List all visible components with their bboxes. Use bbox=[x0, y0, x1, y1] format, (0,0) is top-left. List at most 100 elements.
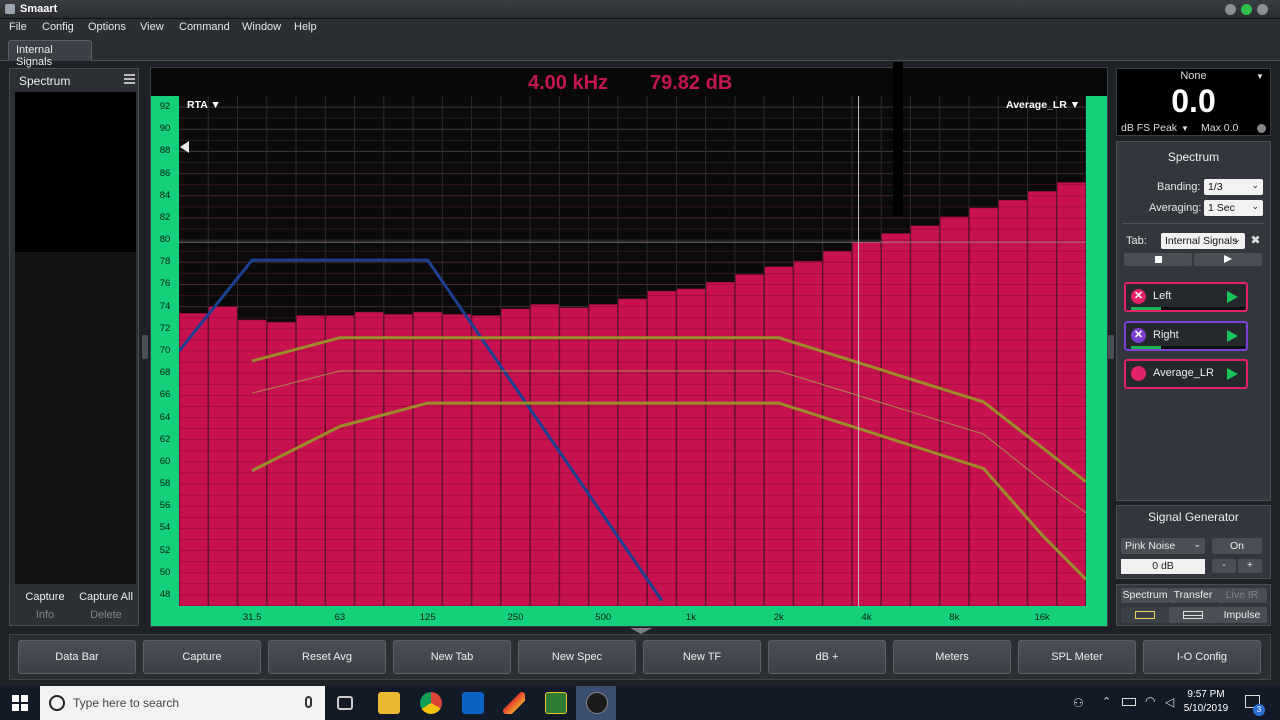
meter-reset-icon[interactable] bbox=[1257, 124, 1266, 133]
delete-button[interactable]: Delete bbox=[75, 608, 137, 623]
impulse-button[interactable]: Impulse bbox=[1217, 607, 1267, 623]
menu-command[interactable]: Command bbox=[179, 21, 230, 33]
close-icon[interactable] bbox=[1257, 4, 1268, 15]
stop-button[interactable] bbox=[1124, 253, 1192, 266]
menu-window[interactable]: Window bbox=[242, 21, 281, 33]
menu-help[interactable]: Help bbox=[294, 21, 317, 33]
y-tick-label: 88 bbox=[159, 145, 171, 157]
windows-start-icon[interactable] bbox=[12, 695, 28, 711]
split-view-button[interactable] bbox=[1169, 607, 1217, 623]
menu-view[interactable]: View bbox=[140, 21, 164, 33]
level-marker-icon[interactable] bbox=[180, 141, 189, 153]
capture-all-button[interactable]: Capture All bbox=[75, 590, 137, 605]
transfer-mode-button[interactable]: Transfer bbox=[1169, 588, 1217, 603]
play-icon[interactable] bbox=[1227, 330, 1238, 342]
file-explorer-icon[interactable] bbox=[378, 692, 400, 714]
info-button[interactable]: Info bbox=[15, 608, 75, 623]
capture-list[interactable] bbox=[15, 92, 136, 252]
signal-on-button[interactable]: On bbox=[1212, 538, 1262, 554]
panel-menu-icon[interactable] bbox=[124, 74, 135, 84]
meter-unit[interactable]: dB FS Peak bbox=[1121, 122, 1177, 134]
x-tick-label: 4k bbox=[861, 612, 872, 623]
trace-right[interactable]: ✕ Right bbox=[1124, 321, 1248, 351]
i-o-config-button[interactable]: I-O Config bbox=[1143, 640, 1261, 674]
spectrum-mode-button[interactable]: Spectrum bbox=[1121, 588, 1169, 603]
chrome-icon[interactable] bbox=[420, 692, 442, 714]
people-icon[interactable]: ⚇ bbox=[1073, 696, 1084, 710]
menu-bar: File Config Options View Command Window … bbox=[0, 19, 1280, 37]
play-icon bbox=[1224, 255, 1232, 263]
menu-config[interactable]: Config bbox=[42, 21, 74, 33]
y-tick-label: 90 bbox=[159, 123, 171, 135]
collapse-left-handle[interactable] bbox=[142, 335, 148, 359]
app-icon[interactable] bbox=[503, 692, 525, 714]
y-tick-label: 80 bbox=[159, 234, 171, 246]
tab-dropdown[interactable]: Internal Signals ⌄ bbox=[1161, 233, 1245, 249]
spectrum-bar bbox=[793, 260, 823, 606]
y-tick-label: 60 bbox=[159, 455, 171, 467]
capture-button[interactable]: Capture bbox=[15, 590, 75, 605]
averaging-dropdown[interactable]: 1 Sec ⌄ bbox=[1204, 200, 1263, 216]
chevron-up-icon[interactable]: ⌃ bbox=[1102, 695, 1111, 708]
capture-button[interactable]: Capture bbox=[143, 640, 261, 674]
collapse-right-handle[interactable] bbox=[1108, 335, 1114, 359]
outlook-icon[interactable] bbox=[462, 692, 484, 714]
spectrum-plot[interactable] bbox=[179, 96, 1086, 606]
trace-selector[interactable]: Average_LR ▼ bbox=[1006, 99, 1080, 111]
play-icon[interactable] bbox=[1227, 291, 1238, 303]
chevron-down-icon: ⌄ bbox=[1251, 201, 1259, 211]
level-decrease-button[interactable]: - bbox=[1212, 559, 1236, 573]
tab-value: Internal Signals bbox=[1165, 235, 1238, 247]
menu-options[interactable]: Options bbox=[88, 21, 126, 33]
y-tick-label: 62 bbox=[159, 433, 171, 445]
live-ir-mode-button[interactable]: Live IR bbox=[1217, 588, 1267, 603]
trace-name: Average_LR bbox=[1153, 367, 1214, 379]
dot-icon[interactable] bbox=[1131, 366, 1146, 381]
meters-button[interactable]: Meters bbox=[893, 640, 1011, 674]
meter-source-dropdown-icon[interactable]: ▼ bbox=[1256, 72, 1264, 81]
system-clock[interactable]: 9:57 PM 5/10/2019 bbox=[1180, 688, 1232, 716]
divider bbox=[1122, 223, 1265, 224]
averaging-value: 1 Sec bbox=[1208, 202, 1235, 214]
new-spec-button[interactable]: New Spec bbox=[518, 640, 636, 674]
search-placeholder: Type here to search bbox=[73, 696, 180, 710]
task-view-icon[interactable] bbox=[337, 696, 353, 710]
data-bar-button[interactable]: Data Bar bbox=[18, 640, 136, 674]
battery-icon[interactable] bbox=[1122, 698, 1136, 706]
volume-icon[interactable]: ◁ bbox=[1165, 695, 1174, 709]
single-view-button[interactable] bbox=[1121, 607, 1169, 623]
play-button[interactable] bbox=[1194, 253, 1262, 266]
spl-meter-button[interactable]: SPL Meter bbox=[1018, 640, 1136, 674]
reset-avg-button[interactable]: Reset Avg bbox=[268, 640, 386, 674]
rta-selector[interactable]: RTA ▼ bbox=[187, 99, 221, 111]
meter-unit-dropdown-icon[interactable]: ▼ bbox=[1181, 124, 1189, 133]
microphone-icon[interactable] bbox=[305, 696, 312, 708]
wifi-icon[interactable]: ◠ bbox=[1145, 694, 1155, 708]
smaart-icon[interactable] bbox=[586, 692, 608, 714]
play-icon[interactable] bbox=[1227, 368, 1238, 380]
new-tab-button[interactable]: New Tab bbox=[393, 640, 511, 674]
x-tick-label: 250 bbox=[507, 612, 524, 623]
taskbar-search[interactable]: Type here to search bbox=[40, 686, 325, 720]
banding-dropdown[interactable]: 1/3 ⌄ bbox=[1204, 179, 1263, 195]
meter-source[interactable]: None bbox=[1117, 70, 1270, 82]
tools-icon[interactable]: ✖ bbox=[1248, 233, 1263, 249]
audio-tool-icon[interactable] bbox=[545, 692, 567, 714]
signal-level-field[interactable]: 0 dB bbox=[1121, 559, 1205, 574]
maximize-icon[interactable] bbox=[1241, 4, 1252, 15]
x-icon[interactable]: ✕ bbox=[1131, 328, 1146, 343]
tab-internal-signals[interactable]: Internal Signals bbox=[8, 40, 92, 68]
db-button[interactable]: dB + bbox=[768, 640, 886, 674]
signal-type-dropdown[interactable]: Pink Noise ⌄ bbox=[1121, 538, 1205, 554]
capture-list-empty bbox=[15, 252, 136, 584]
spectrum-bar bbox=[530, 304, 560, 606]
trace-left[interactable]: ✕ Left bbox=[1124, 282, 1248, 312]
cursor-readout: 4.00 kHz 79.82 dB bbox=[150, 70, 1108, 96]
new-tf-button[interactable]: New TF bbox=[643, 640, 761, 674]
spectrum-bar bbox=[1056, 182, 1086, 606]
menu-file[interactable]: File bbox=[9, 21, 27, 33]
x-icon[interactable]: ✕ bbox=[1131, 289, 1146, 304]
trace-average-lr[interactable]: Average_LR bbox=[1124, 359, 1248, 389]
level-increase-button[interactable]: + bbox=[1238, 559, 1262, 573]
minimize-icon[interactable] bbox=[1225, 4, 1236, 15]
